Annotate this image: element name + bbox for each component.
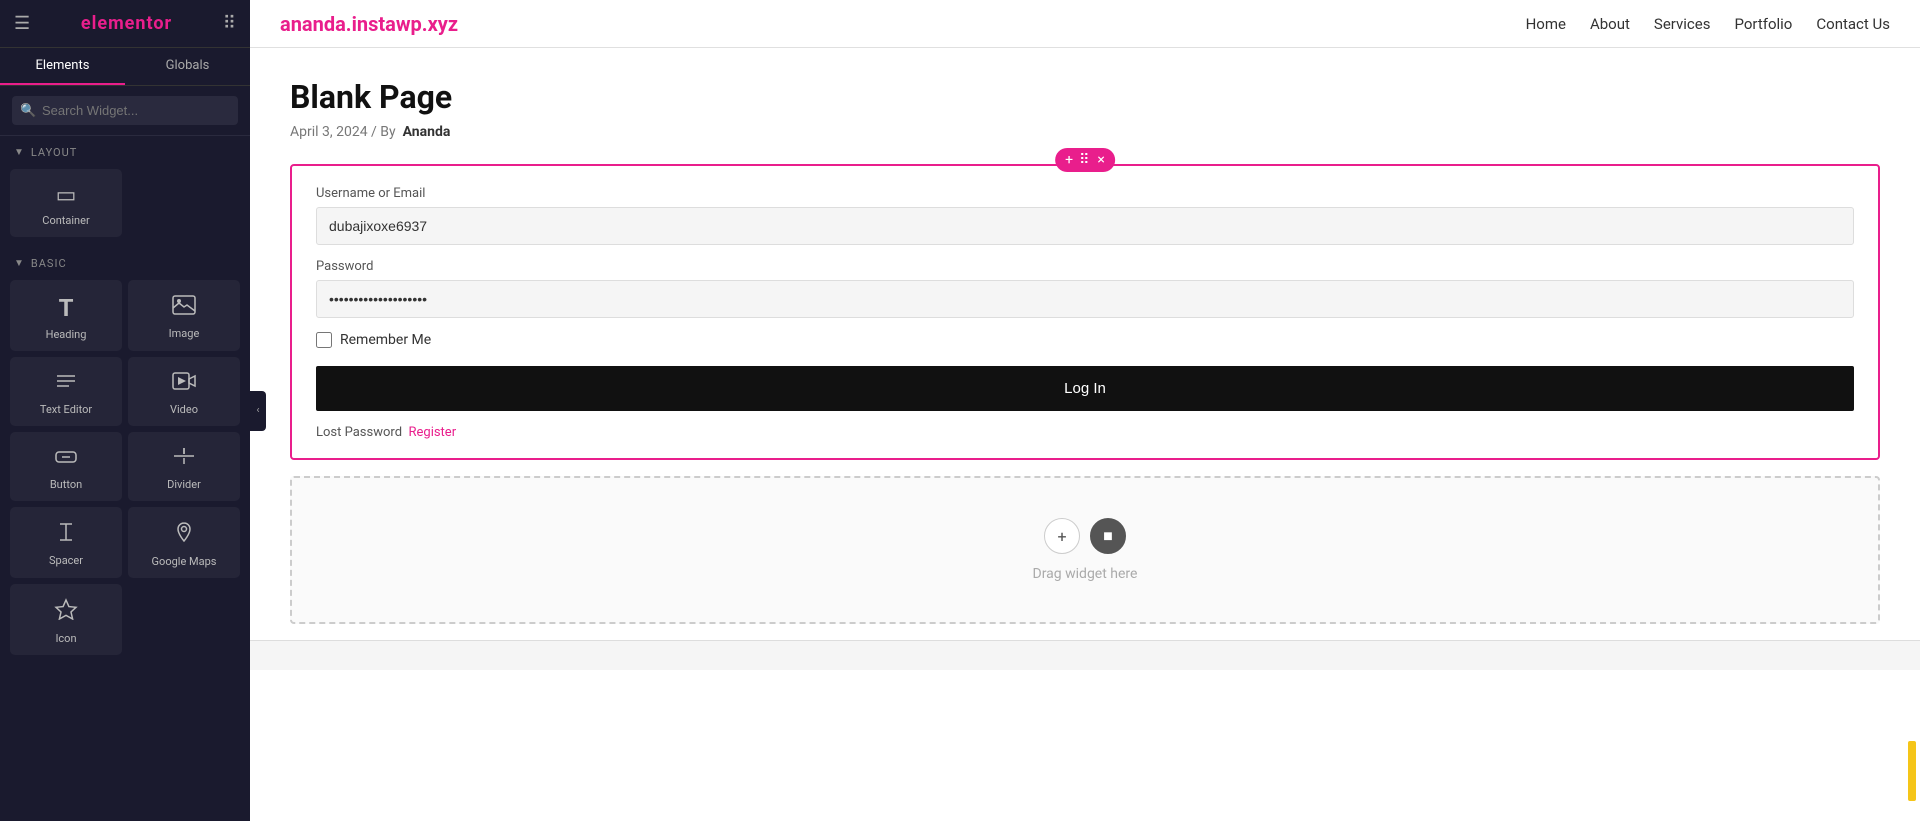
drop-zone[interactable]: + ■ Drag widget here [290, 476, 1880, 624]
spacer-label: Spacer [49, 554, 83, 567]
divider-icon [172, 446, 196, 472]
sidebar-search-area: 🔍 [0, 86, 250, 136]
video-icon [172, 371, 196, 397]
heading-icon: T [59, 294, 74, 322]
sidebar-header: ☰ elementor ⠿ [0, 0, 250, 48]
widget-close-btn[interactable]: × [1097, 153, 1104, 167]
section-layout-header[interactable]: ▼ Layout [0, 136, 250, 165]
login-links: Lost Password Register [316, 425, 1854, 440]
google-maps-label: Google Maps [152, 555, 217, 568]
username-input[interactable] [316, 207, 1854, 245]
section-basic-label: Basic [31, 257, 67, 270]
password-input[interactable] [316, 280, 1854, 318]
page-area: Blank Page April 3, 2024 / By Ananda + ⠿… [250, 48, 1920, 821]
image-icon [172, 295, 196, 321]
widget-button[interactable]: Button [10, 432, 122, 501]
nav-home[interactable]: Home [1526, 15, 1566, 33]
bottom-strip [250, 640, 1920, 670]
login-widget: + ⠿ × Username or Email Password Remembe… [290, 164, 1880, 460]
page-title: Blank Page [290, 78, 1880, 116]
remember-row: Remember Me [316, 332, 1854, 348]
chevron-down-icon-basic: ▼ [14, 258, 25, 269]
widget-text-editor[interactable]: Text Editor [10, 357, 122, 426]
remember-checkbox[interactable] [316, 332, 332, 348]
widget-video[interactable]: Video [128, 357, 240, 426]
drop-zone-add-btn[interactable]: + [1044, 518, 1080, 554]
image-label: Image [169, 327, 200, 340]
sidebar-collapse-handle[interactable]: ‹ [250, 391, 266, 431]
page-author: Ananda [403, 124, 451, 140]
tab-globals[interactable]: Globals [125, 48, 250, 85]
chevron-left-icon: ‹ [256, 405, 259, 416]
page-meta: April 3, 2024 / By Ananda [290, 124, 1880, 140]
google-maps-icon [172, 521, 196, 549]
video-label: Video [170, 403, 198, 416]
search-input[interactable] [12, 96, 238, 125]
lost-password-text[interactable]: Lost Password [316, 425, 402, 440]
nav-about[interactable]: About [1590, 15, 1630, 33]
widget-image[interactable]: Image [128, 280, 240, 351]
nav-portfolio[interactable]: Portfolio [1734, 15, 1792, 33]
widget-google-maps[interactable]: Google Maps [128, 507, 240, 578]
container-icon: ▭ [56, 183, 77, 208]
widget-heading[interactable]: T Heading [10, 280, 122, 351]
brand-logo: elementor [81, 13, 172, 34]
button-label: Button [50, 478, 82, 491]
site-title[interactable]: ananda.instawp.xyz [280, 12, 458, 36]
widget-spacer[interactable]: Spacer [10, 507, 122, 578]
section-basic-header[interactable]: ▼ Basic [0, 247, 250, 276]
widget-divider[interactable]: Divider [128, 432, 240, 501]
nav-contact[interactable]: Contact Us [1816, 15, 1890, 33]
heading-label: Heading [46, 328, 87, 341]
main-content: ananda.instawp.xyz Home About Services P… [250, 0, 1920, 821]
sidebar-tabs: Elements Globals [0, 48, 250, 86]
drop-zone-template-btn[interactable]: ■ [1090, 518, 1126, 554]
grid-icon[interactable]: ⠿ [223, 13, 236, 34]
widget-drag-handle[interactable]: ⠿ [1079, 152, 1091, 168]
icon-widget-icon [54, 598, 78, 626]
icon-label: Icon [55, 632, 76, 645]
register-link[interactable]: Register [408, 425, 456, 440]
hamburger-icon[interactable]: ☰ [14, 13, 30, 34]
drop-zone-text: Drag widget here [312, 566, 1858, 582]
basic-widget-grid: T Heading Image Text Editor Video Butt [0, 276, 250, 665]
text-editor-label: Text Editor [40, 403, 92, 416]
drop-zone-actions: + ■ [312, 518, 1858, 554]
container-label: Container [42, 214, 89, 227]
layout-widget-grid: ▭ Container [0, 165, 250, 247]
chevron-down-icon: ▼ [14, 147, 25, 158]
nav-links: Home About Services Portfolio Contact Us [1526, 15, 1890, 33]
divider-label: Divider [167, 478, 201, 491]
widget-icon[interactable]: Icon [10, 584, 122, 655]
nav-services[interactable]: Services [1654, 15, 1711, 33]
button-icon [54, 446, 78, 472]
widget-toolbar: + ⠿ × [1055, 148, 1115, 172]
text-editor-icon [54, 371, 78, 397]
password-label: Password [316, 259, 1854, 274]
widget-add-btn[interactable]: + [1065, 153, 1073, 167]
sidebar: ☰ elementor ⠿ Elements Globals 🔍 ▼ Layou… [0, 0, 250, 821]
username-label: Username or Email [316, 186, 1854, 201]
spacer-icon [54, 522, 78, 548]
section-layout-label: Layout [31, 146, 77, 159]
search-icon: 🔍 [20, 103, 36, 118]
tab-elements[interactable]: Elements [0, 48, 125, 85]
login-button[interactable]: Log In [316, 366, 1854, 411]
remember-label: Remember Me [340, 332, 431, 348]
yellow-accent [1908, 741, 1916, 801]
widget-container[interactable]: ▭ Container [10, 169, 122, 237]
top-nav: ananda.instawp.xyz Home About Services P… [250, 0, 1920, 48]
